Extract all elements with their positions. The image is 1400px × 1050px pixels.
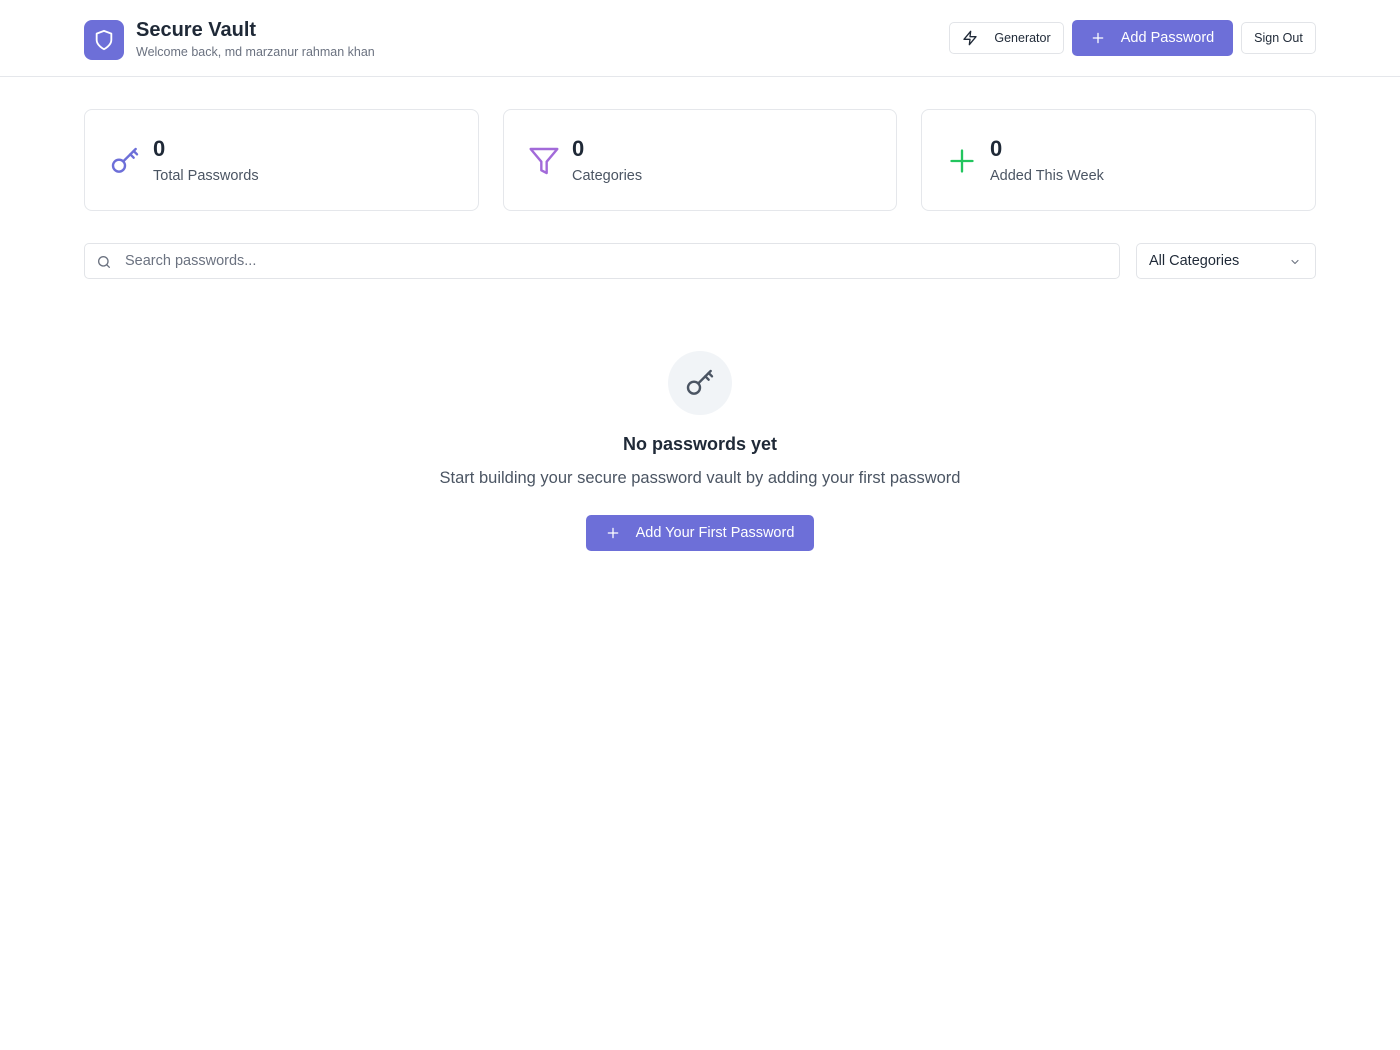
stat-value: 0 — [572, 136, 585, 161]
add-first-password-button[interactable]: Add Your First Password — [586, 515, 814, 551]
sign-out-label: Sign Out — [1254, 31, 1303, 45]
plus-icon — [1091, 31, 1105, 45]
key-icon — [109, 145, 141, 177]
stat-value: 0 — [153, 136, 166, 161]
filter-icon — [528, 145, 560, 177]
stat-card-total-passwords: 0 Total Passwords — [84, 109, 479, 211]
category-select[interactable]: All Categories — [1136, 243, 1316, 279]
stat-label: Categories — [572, 168, 643, 184]
stat-label: Total Passwords — [153, 168, 259, 184]
brand: Secure Vault Welcome back, md marzanur r… — [84, 18, 375, 61]
sign-out-button[interactable]: Sign Out — [1241, 22, 1316, 54]
shield-icon — [84, 19, 124, 60]
lightning-icon — [962, 30, 978, 46]
generator-label: Generator — [994, 31, 1051, 45]
add-password-button[interactable]: Add Password — [1072, 20, 1233, 56]
welcome-text: Welcome back, md marzanur rahman khan — [136, 45, 375, 59]
plus-icon — [946, 145, 978, 177]
app-title: Secure Vault — [136, 19, 257, 41]
search-input[interactable] — [125, 244, 1105, 278]
empty-state-key-icon — [668, 351, 732, 415]
plus-icon — [606, 526, 620, 540]
search-box — [84, 243, 1120, 279]
empty-state-title: No passwords yet — [622, 434, 778, 454]
stat-card-added-this-week: 0 Added This Week — [921, 109, 1316, 211]
generator-button[interactable]: Generator — [949, 22, 1064, 54]
stat-card-categories: 0 Categories — [503, 109, 897, 211]
chevron-down-icon — [1289, 256, 1301, 268]
add-password-label: Add Password — [1120, 30, 1215, 46]
add-first-password-label: Add Your First Password — [635, 525, 795, 541]
stat-label: Added This Week — [990, 168, 1104, 184]
search-icon — [96, 254, 112, 270]
empty-state-text: Start building your secure password vaul… — [439, 469, 961, 487]
category-select-value: All Categories — [1149, 253, 1240, 269]
stat-value: 0 — [990, 136, 1003, 161]
app-header: Secure Vault Welcome back, md marzanur r… — [0, 0, 1400, 77]
